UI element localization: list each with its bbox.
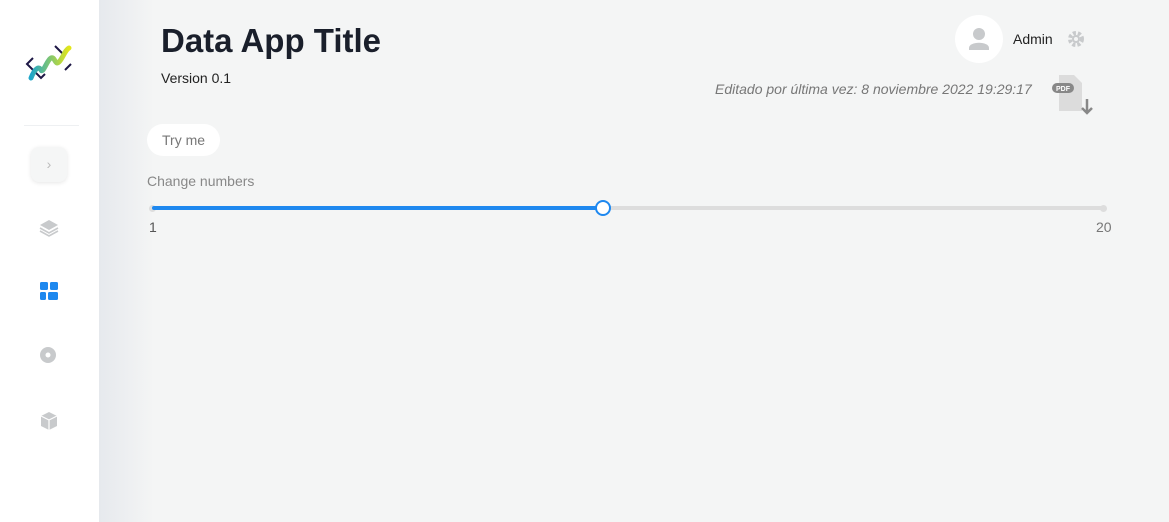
last-edited-text: Editado por última vez: 8 noviembre 2022… (715, 81, 1032, 97)
cube-icon[interactable] (38, 410, 60, 432)
download-pdf-button[interactable]: PDF (1052, 73, 1096, 122)
slider-fill (152, 206, 603, 210)
app-logo (25, 45, 72, 81)
slider-label: Change numbers (147, 173, 255, 189)
pdf-badge: PDF (1056, 86, 1071, 93)
user-name: Admin (1013, 31, 1053, 47)
palette-settings-icon[interactable] (38, 344, 60, 366)
layers-icon[interactable] (38, 217, 60, 239)
sidebar-shadow (99, 0, 154, 522)
slider-thumb[interactable] (594, 200, 611, 216)
avatar[interactable] (955, 15, 1003, 63)
pdf-download-icon: PDF (1052, 75, 1093, 115)
slider-min-label: 1 (149, 219, 157, 235)
slider-track[interactable] (149, 200, 1107, 216)
version-label: Version 0.1 (161, 70, 232, 86)
slider-max-dot (1100, 204, 1107, 212)
user-icon (969, 28, 989, 50)
sidebar-divider (24, 125, 79, 126)
dashboard-icon[interactable] (38, 280, 60, 302)
try-me-button[interactable]: Try me (147, 124, 221, 156)
gear-icon[interactable] (1067, 30, 1085, 48)
sidebar: › (0, 0, 99, 522)
slider-max-label: 20 (1096, 219, 1112, 235)
expand-sidebar-button[interactable]: › (31, 147, 67, 182)
page-title: Data App Title (161, 22, 382, 59)
chevron-right-icon: › (46, 156, 52, 172)
